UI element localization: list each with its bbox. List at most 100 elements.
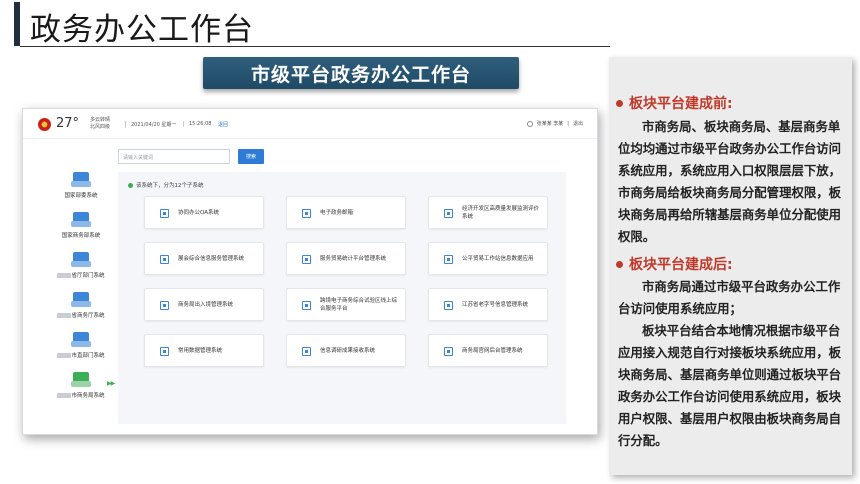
temperature: 27° [56,116,80,131]
search-button[interactable]: 搜索 [238,149,264,164]
nav-item-text: 国家商务部系统 [61,233,101,239]
logout-link[interactable]: 退出 [573,120,583,127]
monitor-icon [444,301,453,310]
workbench-header: 27° 多云转晴 北风四级 2021/04/20 星期一 15:26:08 退回… [23,109,597,139]
before-text: 市商务局、板块商务局、基层商务单位均均通过市级平台政务办公工作台访问系统应用，系… [618,119,842,244]
subsystem-count-note: 该系统下，分为12个子系统 [128,181,204,189]
nav-item-label: 省商务厅系统 [41,311,121,319]
slide: 政务办公工作台 市级平台政务办公工作台 27° 多云转晴 北风四级 2021/0… [0,0,860,484]
subsystem-tile-label: 协同办公OA系统 [178,209,219,216]
nav-item[interactable]: 省商务厅系统 [41,292,121,332]
subsystem-count-text: 该系统下，分为12个子系统 [136,183,204,189]
subsystem-tile[interactable]: 江苏省老字号信息管理系统 [428,288,548,321]
nav-item[interactable]: 市直部门系统 [41,332,121,372]
active-arrow-icon: ▶▶ [107,380,115,387]
title-accent-bar [14,2,20,46]
weather-info: 多云转晴 北风四级 [90,117,110,131]
subsystem-tile-label: 服务贸易统计平台管理系统 [320,255,387,262]
nav-item-label: 市商务局系统 [41,391,121,399]
subsystem-tile[interactable]: 经济开发区高质量发展监测评价系统 [428,196,548,229]
subsystem-tile-label: 经济开发区高质量发展监测评价系统 [462,205,540,220]
monitor-icon [160,255,169,264]
subsystem-tile[interactable]: 跨境电子商务综合试验区线上综合服务平台 [286,288,406,321]
monitor-icon [302,347,311,356]
search-input[interactable]: 请输入关键词 [118,149,230,164]
time-text: 15:26:08 [183,121,211,127]
nav-item-text: 市直部门系统 [71,353,105,359]
weather-line-1: 多云转晴 [90,117,111,123]
subsystem-tile[interactable]: 信息调研成果接收系统 [286,334,406,367]
before-heading-text: 板块平台建成前: [629,96,733,112]
user-name[interactable]: 张某某 李某 [537,120,564,127]
weather-line-2: 北风四级 [90,124,111,130]
page-title: 政务办公工作台 [30,12,254,48]
after-heading: 板块平台建成后: [616,254,733,274]
redacted-block [57,353,72,358]
nav-item-text: 市商务局系统 [71,393,105,399]
system-stack-icon [71,372,91,387]
redacted-block [57,313,72,318]
monitor-icon [302,301,311,310]
user-icon [526,120,533,127]
monitor-icon [302,255,311,264]
subsystem-tile-label: 信息调研成果接收系统 [320,347,376,354]
after-text-1: 市商务局通过市级平台政务办公工作台访问使用系统应用； [618,279,841,316]
monitor-icon [160,209,169,218]
subsystem-tile-label: 电子政务邮箱 [320,209,354,216]
monitor-icon [302,209,311,218]
subsystem-tile-label: 江苏省老字号信息管理系统 [462,301,529,308]
nav-item[interactable]: 省厅部门系统 [41,252,121,292]
subsystem-tile-label: 展会综合信息服务管理系统 [178,255,245,262]
nav-item[interactable]: 国家商务部系统 [41,212,121,252]
nav-item-label: 省厅部门系统 [41,271,121,279]
subsystem-tile[interactable]: 服务贸易统计平台管理系统 [286,242,406,275]
nav-item-text: 国家部委系统 [64,193,98,199]
subsystem-tile-label: 常用数据管理系统 [178,347,223,354]
bullet-icon [616,99,623,107]
subsystem-panel: 该系统下，分为12个子系统 协同办公OA系统 电子政务邮箱 经济开发区高质量发展监测… [118,172,566,424]
subsystem-tile-label: 公平贸易工作站信息数据应用 [462,255,534,262]
explanation-panel: 板块平台建成前: 市商务局、板块商务局、基层商务单位均均通过市级平台政务办公工作… [609,57,852,475]
subsystem-tile[interactable]: 商务局官网后台管理系统 [428,334,548,367]
divider-pipe: | [567,120,569,127]
user-area: 张某某 李某 | 退出 [526,120,583,127]
bullet-icon [616,260,623,268]
date-text: 2021/04/20 星期一 [125,121,176,128]
system-stack-icon [71,172,91,187]
nav-item[interactable]: 国家部委系统 [41,172,121,212]
subsystem-tile[interactable]: 协同办公OA系统 [144,196,264,229]
emblem-icon [38,118,51,131]
subsystem-tile[interactable]: 电子政务邮箱 [286,196,406,229]
status-dot-icon [128,182,133,188]
after-heading-text: 板块平台建成后: [629,257,733,273]
subsystem-tile[interactable]: 公平贸易工作站信息数据应用 [428,242,548,275]
monitor-icon [160,347,169,356]
monitor-icon [444,209,453,218]
before-heading: 板块平台建成前: [616,93,733,113]
subsystem-tile-label: 商务局官网后台管理系统 [462,347,523,354]
nav-item-label: 市直部门系统 [41,351,121,359]
workbench-screenshot: 27° 多云转晴 北风四级 2021/04/20 星期一 15:26:08 退回… [22,108,598,435]
subsystem-tile-label: 跨境电子商务综合试验区线上综合服务平台 [320,297,398,312]
subsystem-tile[interactable]: 常用数据管理系统 [144,334,264,367]
system-stack-icon [71,212,91,227]
monitor-icon [444,255,453,264]
subsystem-tile-label: 商务局出入境管理系统 [178,301,234,308]
redacted-block [57,393,72,398]
title-divider [20,46,610,47]
back-link[interactable]: 退回 [218,121,228,128]
subsystem-tile[interactable]: 展会综合信息服务管理系统 [144,242,264,275]
nav-item[interactable]: 市商务局系统 [41,372,121,412]
nav-item-label: 国家部委系统 [41,191,121,199]
subsystem-tile[interactable]: 商务局出入境管理系统 [144,288,264,321]
nav-item-text: 省商务厅系统 [71,313,105,319]
system-stack-icon [71,292,91,307]
redacted-block [57,273,72,278]
system-stack-icon [71,332,91,347]
nav-item-text: 省厅部门系统 [71,273,105,279]
monitor-icon [160,301,169,310]
system-stack-icon [71,252,91,267]
after-text-2: 板块平台结合本地情况根据市级平台应用接入规范自行对接板块系统应用，板块商务局、基… [618,323,842,448]
nav-item-label: 国家商务部系统 [41,231,121,239]
monitor-icon [444,347,453,356]
